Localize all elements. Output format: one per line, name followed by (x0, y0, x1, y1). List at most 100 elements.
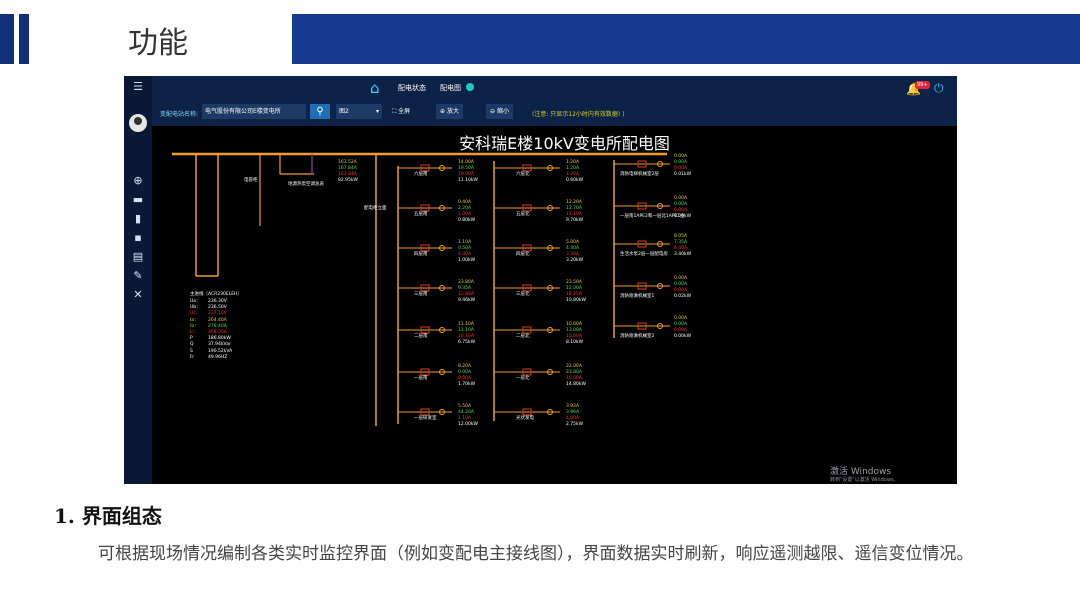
feeder-ic: 4.00A (566, 416, 580, 421)
feeder-power: 11.10kW (458, 178, 478, 183)
feeder-power: 14.80kW (566, 382, 586, 387)
meter-key: S (190, 348, 193, 354)
feeder-ib: 13.00A (566, 328, 582, 333)
feeder-power: 0.00kW (674, 334, 692, 339)
station-input[interactable]: 电气股份有限公司E楼变电所 (202, 104, 306, 119)
feeder-power: 1.70kW (458, 382, 476, 387)
feeder-ic: 0.00A (674, 328, 688, 333)
feeder-ic: 0.00A (674, 288, 688, 293)
toolbar: 变配电站名称: 电气股份有限公司E楼变电所 ⚲ 图2 ▾ ⛶ 全屏 ⊕ 放大 ⊖ … (152, 100, 957, 126)
feeder-ia: 8.05A (674, 234, 688, 239)
first-power: 92.95kW (338, 178, 358, 183)
zoom-out-button[interactable]: ⊖ 缩小 (486, 104, 513, 119)
tab-distribution-diagram[interactable]: 配电图 (440, 83, 461, 93)
home-icon[interactable]: ⌂ (370, 80, 380, 96)
device-icon[interactable]: ▪ (131, 231, 145, 245)
feeder-power: 12.00kW (458, 422, 478, 427)
main-meter-title: 主进线（ACR230ELEH） (190, 292, 242, 297)
feeder-ia: 0.00A (674, 196, 688, 201)
feeder-ib: 1.20A (566, 166, 580, 171)
zoom-in-icon: ⊕ (440, 108, 447, 115)
zoom-out-label: 缩小 (496, 108, 509, 115)
meter-key: P (190, 336, 193, 342)
fullscreen-button[interactable]: ⛶ 全屏 (388, 104, 414, 119)
header-decoration (0, 14, 34, 64)
capacitor-label: 电容柜 (244, 178, 258, 183)
search-button[interactable]: ⚲ (310, 104, 330, 119)
vertical-label: 配电柜立面 (364, 206, 387, 211)
tab-distribution-status[interactable]: 配电状态 (398, 83, 426, 93)
feeder-ic: 10.10A (458, 334, 474, 339)
feeder-ic: 12.80A (458, 292, 474, 297)
tools-icon[interactable]: ✕ (131, 288, 145, 302)
feeder-ib: 44.20A (458, 410, 474, 415)
feeder-ic: 19.00A (458, 172, 474, 177)
meter-value: 236.30V (208, 299, 227, 304)
feeder-name-col1: 四层南 (414, 252, 428, 257)
feeder-ib: 2.20A (458, 206, 472, 211)
edit-icon[interactable]: ✎ (131, 269, 145, 283)
meter-key: Ic： (190, 330, 199, 335)
feeder-power: 0.02kW (674, 294, 692, 299)
section-title: 1. 界面组态 (54, 504, 162, 528)
avatar[interactable] (129, 114, 147, 132)
feeder-ia: 8.20A (458, 364, 472, 369)
feeder-ib: 4.40A (566, 246, 580, 251)
feeder-ic: 6.40A (674, 246, 688, 251)
feeder-ib: 0.00A (458, 370, 472, 375)
meter-key: Q (190, 342, 194, 348)
meter-key: Ia： (190, 317, 199, 323)
station-label: 变配电站名称: (160, 111, 199, 118)
feeder-name-col1: 二层南 (414, 334, 428, 339)
feeder-power: 3.40kW (674, 252, 692, 257)
feeder-ib: 0.00A (674, 322, 688, 327)
feeder-name-col3: 消防喷淋机械室1 (620, 294, 655, 299)
zoom-in-button[interactable]: ⊕ 放大 (436, 104, 463, 119)
feeder-name-col1: 六层南 (414, 172, 428, 177)
feeder-ib: 9.35A (458, 286, 472, 291)
meter-key: Uc： (190, 311, 201, 317)
feeder-ic: 18.25A (566, 292, 582, 297)
meter-value: 49.96HZ (208, 354, 228, 360)
feeder-ia: 1.20A (566, 160, 580, 165)
feeder-ic: 10.00A (566, 376, 582, 381)
feeder-ia: 5.00A (566, 240, 580, 245)
feeder-ic: 1.00A (458, 212, 472, 217)
feeder-name-col2: 四层北 (516, 252, 530, 257)
feeder-ic: 1.10A (458, 416, 472, 421)
feeder-power: 1.00kW (458, 258, 476, 263)
meter-value: 237.10V (208, 311, 227, 317)
feeder-power: 2.75kW (566, 422, 584, 427)
menu-icon[interactable]: ☰ (131, 80, 145, 94)
document-icon[interactable]: ▤ (131, 250, 145, 264)
first-ia: 163.52A (338, 160, 357, 165)
meter-key: Fr (190, 354, 195, 360)
feeder-ib: 0.50A (458, 246, 472, 251)
feeder-power: 0.60kW (566, 178, 584, 183)
chart-icon[interactable]: ▮ (131, 212, 145, 226)
feeder-name-col2: 六层北 (516, 172, 530, 177)
diagram-canvas: 安科瑞E楼10kV变电所配电图 电容柜 地源热泵空调总表 163.52A 167.84… (152, 126, 957, 484)
feeder-ib: 0.00A (674, 202, 688, 207)
feeder-name-col1: 五层南 (414, 212, 428, 217)
slide-title: 功能 (128, 26, 188, 61)
globe-icon[interactable]: ⊕ (131, 174, 145, 188)
meter-value: 37.94kVar (208, 342, 231, 348)
meter-value: 278.40A (208, 323, 227, 329)
sidebar: ☰ ⊕ ▬ ▮ ▪ ▤ ✎ ✕ (124, 76, 152, 484)
feeder-power: 8.10kW (566, 340, 584, 345)
tab-close-icon[interactable] (466, 83, 474, 91)
feeder-power: 3.20kW (566, 258, 584, 263)
feeder-ia: 5.50A (458, 404, 472, 409)
diagram-select[interactable]: 图2 ▾ (336, 104, 382, 119)
power-icon[interactable]: ⏻ (934, 81, 944, 96)
feeder-name-col3: 消防电梯机械室2层 (620, 172, 659, 177)
diagram-select-value: 图2 (339, 108, 349, 115)
feeder-name-col2: 一层北 (516, 376, 530, 381)
feeder-name-col3: 消防喷淋机械室2 (620, 334, 655, 339)
notification-badge: 99+ (915, 81, 930, 89)
folder-icon[interactable]: ▬ (131, 193, 145, 207)
feeder-power: 0.00kW (674, 214, 692, 219)
toolbar-note: (注意: 只显示12小时内有效数据! ) (532, 111, 625, 118)
meter-value: 264.40A (208, 317, 227, 323)
